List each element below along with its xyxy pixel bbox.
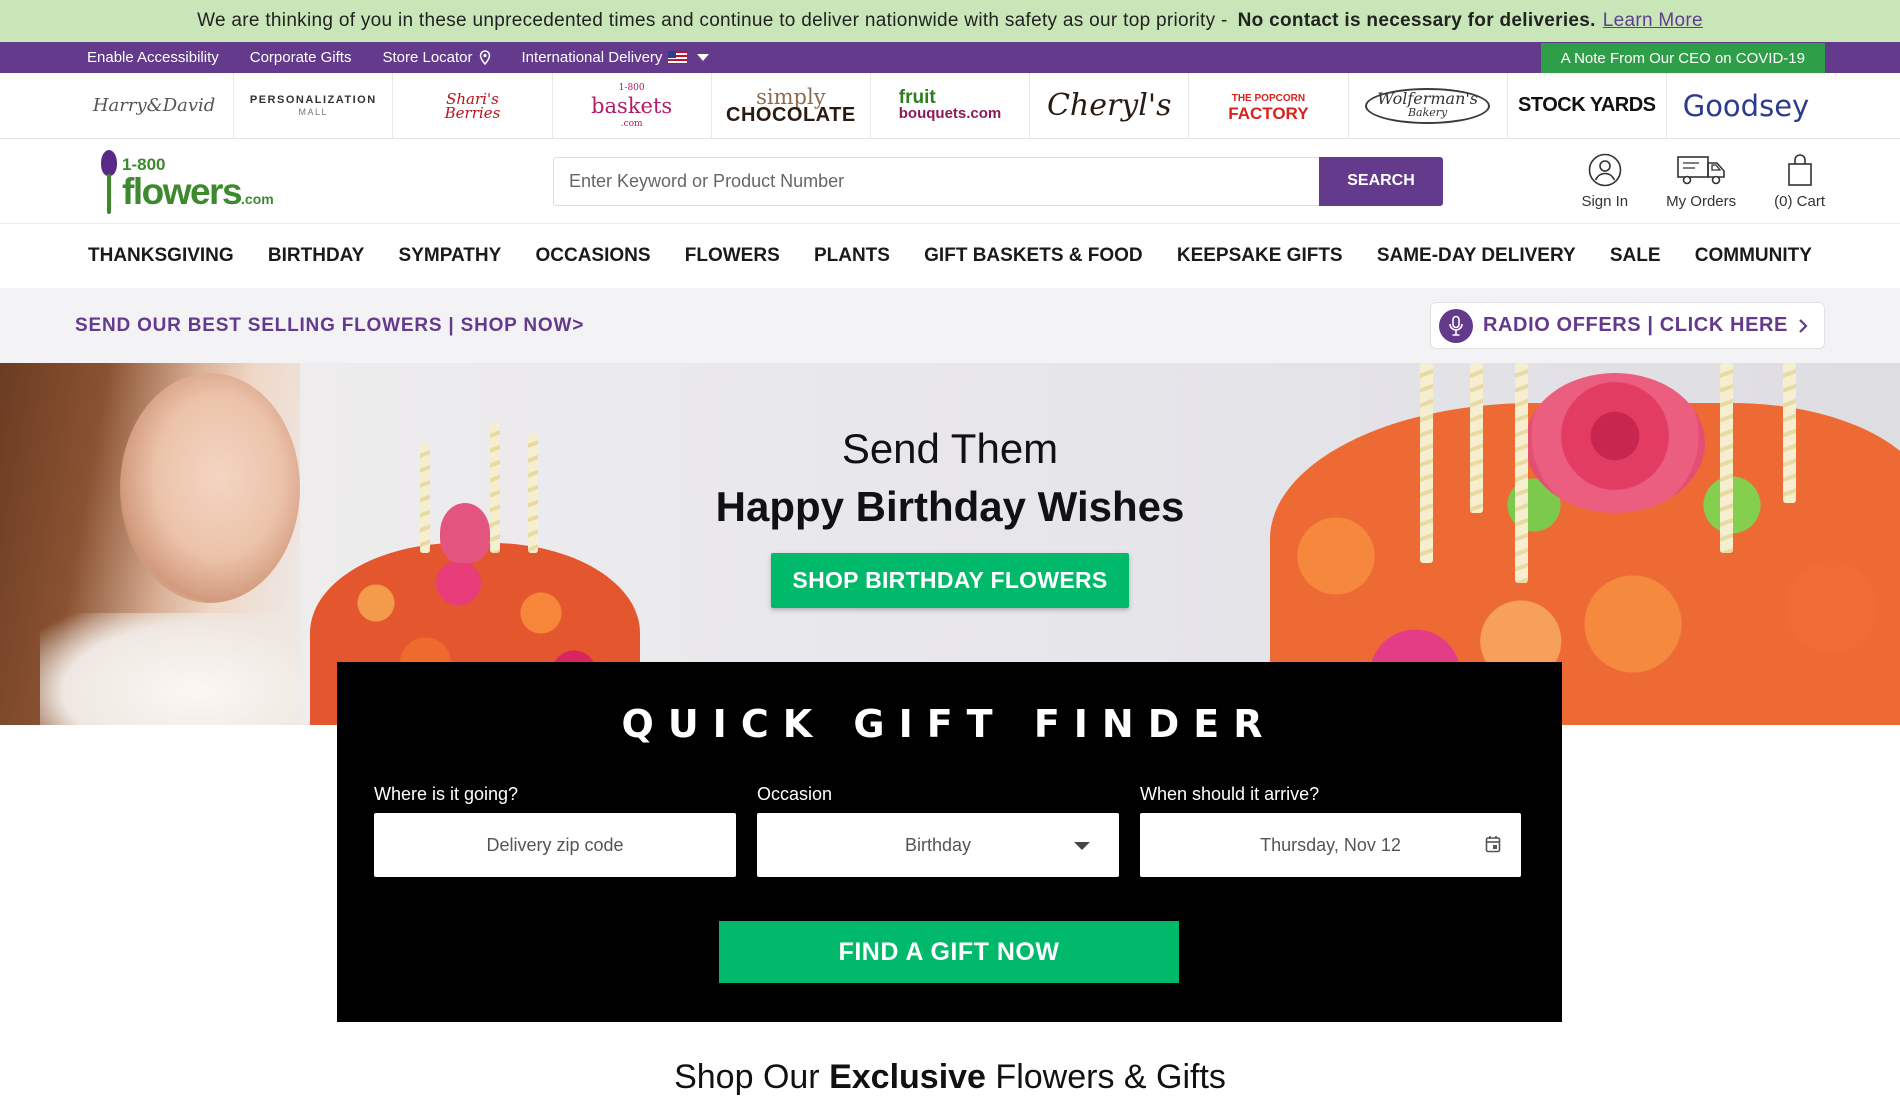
brand-simply-chocolate[interactable]: simply CHOCOLATE (712, 73, 871, 138)
search-bar: SEARCH (553, 156, 1443, 206)
nav-same-day-delivery[interactable]: SAME-DAY DELIVERY (1377, 245, 1576, 267)
radio-offers-button[interactable]: RADIO OFFERS | CLICK HERE (1429, 302, 1825, 349)
popcorn-factory-logo: THE POPCORN FACTORY (1228, 92, 1309, 123)
covid-notice-bar: We are thinking of you in these unpreced… (0, 0, 1900, 42)
gift-finder-title: QUICK GIFT FINDER (621, 702, 1277, 746)
brand-fruit-bouquets[interactable]: fruit bouquets.com (871, 73, 1031, 138)
tulip-icon (91, 146, 119, 216)
cart-label: (0) Cart (1774, 192, 1825, 210)
sign-in-button[interactable]: Sign In (1581, 153, 1628, 210)
find-gift-now-button[interactable]: FIND A GIFT NOW (719, 921, 1179, 983)
caret-down-icon (697, 54, 710, 61)
brand-popcorn-factory[interactable]: THE POPCORN FACTORY (1189, 73, 1349, 138)
shopping-bag-icon (1787, 153, 1812, 186)
nav-gift-baskets-food[interactable]: GIFT BASKETS & FOOD (924, 245, 1143, 267)
brand-cheryls[interactable]: Cheryl's (1030, 73, 1190, 138)
date-label: When should it arrive? (1140, 784, 1320, 804)
logo-com: .com (241, 191, 274, 207)
my-orders-label: My Orders (1666, 192, 1737, 210)
sharis-berries-logo: Shari's Berries (444, 89, 501, 122)
account-links: Sign In My Orders (0) Cart (1581, 153, 1825, 210)
brand-stock-yards[interactable]: STOCK YARDS (1508, 73, 1667, 138)
nav-thanksgiving[interactable]: THANKSGIVING (88, 245, 234, 267)
enable-accessibility-link[interactable]: Enable Accessibility (87, 49, 219, 66)
notice-text: We are thinking of you in these unpreced… (197, 10, 1228, 31)
brand-sharis-berries[interactable]: Shari's Berries (393, 73, 553, 138)
simply-chocolate-logo: simply CHOCOLATE (726, 84, 856, 126)
occasion-select[interactable]: Birthday (757, 813, 1119, 877)
hero-text: Send Them Happy Birthday Wishes SHOP BIR… (0, 425, 1900, 608)
sign-in-label: Sign In (1581, 192, 1629, 210)
wolfermans-logo: Wolferman's Bakery (1365, 87, 1490, 124)
date-field-group: When should it arrive? Thursday, Nov 12 (1140, 784, 1521, 877)
logo-word: flowers (122, 171, 243, 212)
store-locator-link[interactable]: Store Locator (382, 49, 490, 66)
brand-personalization-mall[interactable]: PERSONALIZATION MALL (234, 73, 394, 138)
exclusive-section-title: Shop Our Exclusive Flowers & Gifts (674, 1058, 1226, 1096)
hero-headline: Happy Birthday Wishes (715, 483, 1185, 530)
main-nav: THANKSGIVING BIRTHDAY SYMPATHY OCCASIONS… (0, 224, 1900, 288)
utility-bar: Enable Accessibility Corporate Gifts Sto… (0, 42, 1900, 73)
personalization-mall-logo: PERSONALIZATION MALL (249, 93, 377, 117)
microphone-icon (1438, 308, 1473, 343)
brand-strip: Harry&David PERSONALIZATION MALL Shari's B… (0, 73, 1900, 139)
brand-goodsey[interactable]: Goodsey (1667, 73, 1825, 138)
nav-plants[interactable]: PLANTS (814, 245, 890, 267)
best-selling-flowers-link[interactable]: SEND OUR BEST SELLING FLOWERS | SHOP NOW… (75, 315, 584, 337)
nav-birthday[interactable]: BIRTHDAY (268, 245, 364, 267)
radio-offers-label: RADIO OFFERS | CLICK HERE (1482, 314, 1788, 336)
international-delivery-dropdown[interactable]: International Delivery (522, 49, 710, 66)
zip-field-group: Where is it going? Delivery zip code (374, 784, 736, 877)
brand-1800-baskets[interactable]: 1-800 baskets .com (553, 73, 712, 138)
nav-sympathy[interactable]: SYMPATHY (399, 245, 502, 267)
user-icon (1588, 153, 1622, 186)
brand-wolfermans[interactable]: Wolferman's Bakery (1349, 73, 1508, 138)
learn-more-link[interactable]: Learn More (1603, 10, 1703, 32)
zip-placeholder: Delivery zip code (486, 834, 624, 855)
nav-sale[interactable]: SALE (1610, 245, 1661, 267)
quick-gift-finder: QUICK GIFT FINDER Where is it going? Del… (337, 662, 1562, 1022)
ceo-note-button[interactable]: A Note From Our CEO on COVID-19 (1540, 43, 1825, 73)
my-orders-button[interactable]: My Orders (1666, 153, 1736, 210)
nav-occasions[interactable]: OCCASIONS (535, 245, 650, 267)
zip-code-input[interactable]: Delivery zip code (374, 813, 736, 877)
cart-button[interactable]: (0) Cart (1774, 153, 1825, 210)
international-delivery-label: International Delivery (521, 49, 663, 66)
date-value: Thursday, Nov 12 (1260, 834, 1401, 855)
map-pin-icon (479, 50, 490, 65)
occasion-value: Birthday (904, 834, 972, 855)
occasion-field-group: Occasion Birthday (757, 784, 1119, 877)
calendar-icon[interactable] (1485, 835, 1501, 853)
harry-david-logo: Harry&David (92, 95, 216, 116)
stock-yards-logo: STOCK YARDS (1518, 94, 1656, 116)
1800-baskets-logo: 1-800 baskets .com (591, 82, 673, 129)
search-input[interactable] (553, 156, 1319, 206)
nav-keepsake-gifts[interactable]: KEEPSAKE GIFTS (1177, 245, 1343, 267)
search-button[interactable]: SEARCH (1319, 156, 1443, 206)
brand-harry-david[interactable]: Harry&David (75, 73, 235, 138)
zip-label: Where is it going? (374, 784, 519, 804)
us-flag-icon (668, 51, 688, 64)
cheryls-logo: Cheryl's (1046, 88, 1172, 123)
delivery-date-picker[interactable]: Thursday, Nov 12 (1140, 813, 1521, 877)
goodsey-logo: Goodsey (1682, 88, 1810, 123)
fruit-bouquets-logo: fruit bouquets.com (898, 86, 1002, 122)
occasion-label: Occasion (757, 784, 833, 804)
hero-line-1: Send Them (841, 425, 1059, 472)
dropdown-arrow-icon (1074, 842, 1090, 850)
promo-bar: SEND OUR BEST SELLING FLOWERS | SHOP NOW… (0, 288, 1900, 363)
site-header: 1-800 flowers.com SEARCH Sign In My Orde… (0, 139, 1900, 224)
1800-flowers-logo[interactable]: 1-800 flowers.com (91, 146, 553, 216)
shop-birthday-flowers-button[interactable]: SHOP BIRTHDAY FLOWERS (771, 553, 1129, 608)
store-locator-label: Store Locator (382, 49, 473, 66)
gift-finder-fields: Where is it going? Delivery zip code Occ… (374, 784, 1524, 877)
corporate-gifts-link[interactable]: Corporate Gifts (250, 49, 352, 66)
nav-flowers[interactable]: FLOWERS (685, 245, 780, 267)
nav-community[interactable]: COMMUNITY (1695, 245, 1812, 267)
notice-bold-text: No contact is necessary for deliveries. (1237, 10, 1596, 31)
chevron-right-icon (1799, 318, 1808, 333)
truck-icon (1677, 155, 1725, 184)
